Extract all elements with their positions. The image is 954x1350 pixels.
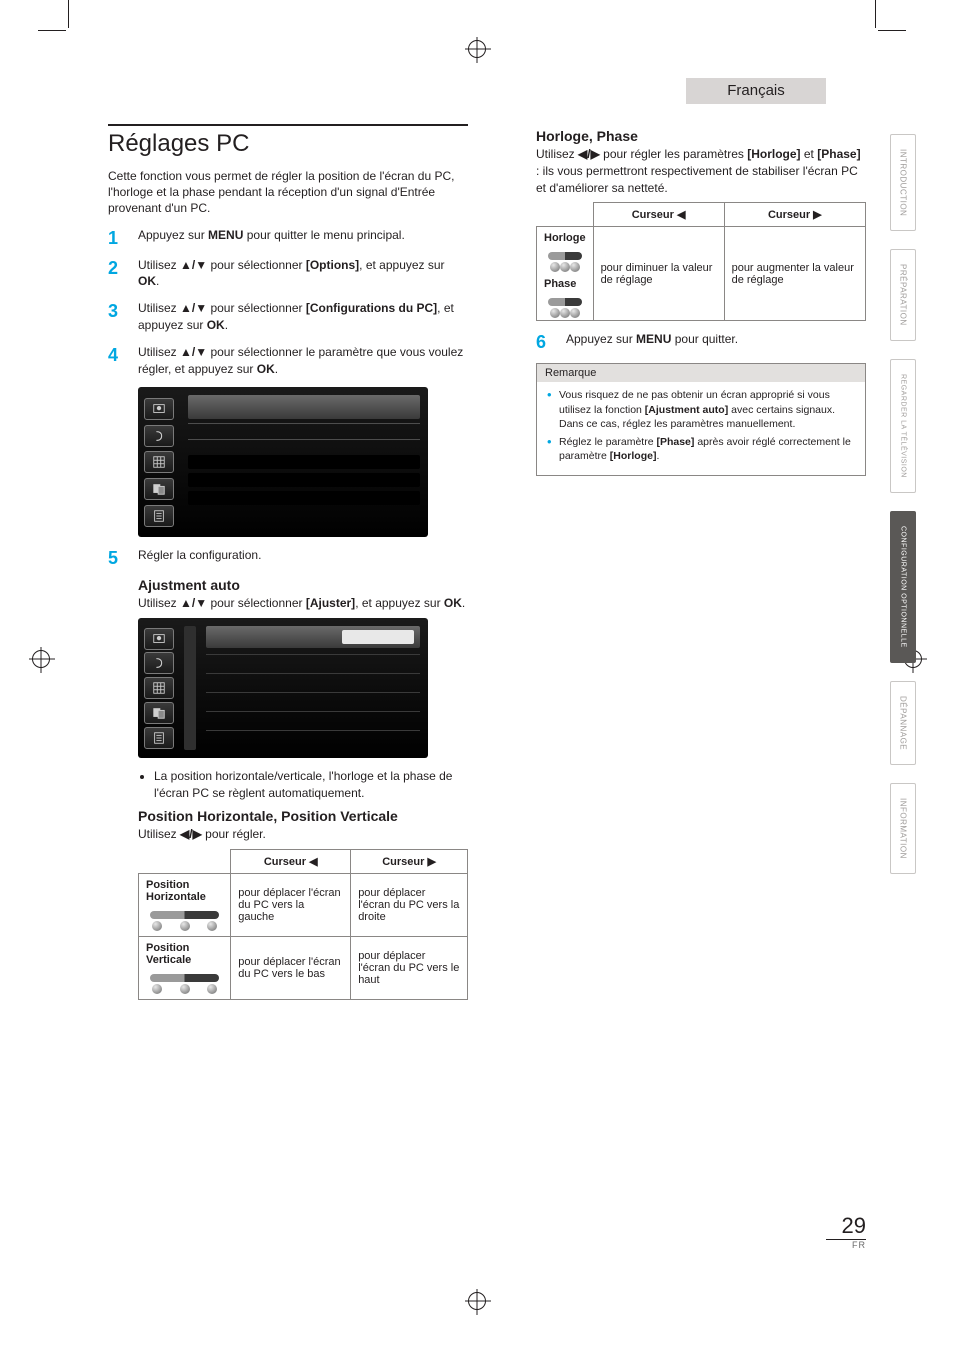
section-tabs: INTRODUCTION PRÉPARATION REGARDER LA TÉL…: [890, 134, 916, 874]
step-text: Appuyez sur MENU pour quitter.: [566, 331, 866, 351]
step-number: 6: [536, 331, 558, 351]
step-text: Utilisez ▲/▼ pour sélectionner le paramè…: [138, 344, 468, 378]
position-table: Curseur ◀ Curseur ▶ Position Horizontale…: [138, 849, 468, 1000]
menu-screenshot-2: [138, 618, 428, 758]
step-number: 3: [108, 300, 130, 334]
right-column: Horloge, Phase Utilisez ◀/▶ pour régler …: [536, 124, 866, 1260]
step-number: 2: [108, 257, 130, 291]
slider-illustration: [146, 907, 223, 931]
step-number: 4: [108, 344, 130, 378]
menu-screenshot-1: [138, 387, 428, 537]
step-3: 3 Utilisez ▲/▼ pour sélectionner [Config…: [108, 300, 468, 334]
menu-icon: [144, 727, 174, 749]
menu-icon: [144, 652, 174, 674]
col-header-right: Curseur ▶: [724, 203, 865, 227]
hp-text: Utilisez ◀/▶ pour régler les paramètres …: [536, 146, 866, 196]
col-header-right: Curseur ▶: [351, 849, 468, 873]
horloge-phase-table: Curseur ◀ Curseur ▶ Horloge Phase: [536, 202, 866, 321]
ajustment-text: Utilisez ▲/▼ pour sélectionner [Ajuster]…: [138, 595, 468, 612]
tab-introduction[interactable]: INTRODUCTION: [890, 134, 916, 231]
tab-regarder-tv[interactable]: REGARDER LA TÉLÉVISION: [890, 359, 916, 493]
hv-text: Utilisez ◀/▶ pour régler.: [138, 826, 468, 843]
step-2: 2 Utilisez ▲/▼ pour sélectionner [Option…: [108, 257, 468, 291]
step-5: 5 Régler la configuration.: [108, 547, 468, 567]
page-title: Réglages PC: [108, 124, 468, 158]
tab-configuration-optionnelle[interactable]: CONFIGURATION OPTIONNELLE: [890, 511, 916, 663]
remark-box: Remarque Vous risquez de ne pas obtenir …: [536, 363, 866, 476]
slider-illustration: [544, 294, 586, 318]
step-number: 5: [108, 547, 130, 567]
tab-preparation[interactable]: PRÉPARATION: [890, 249, 916, 341]
step-text: Appuyez sur MENU pour quitter le menu pr…: [138, 227, 468, 247]
slider-illustration: [146, 970, 223, 994]
col-header-left: Curseur ◀: [231, 849, 351, 873]
heading-ajustment-auto: Ajustment auto: [138, 577, 468, 593]
slider-illustration: [544, 248, 586, 272]
language-tab: Français: [686, 78, 826, 104]
step-4: 4 Utilisez ▲/▼ pour sélectionner le para…: [108, 344, 468, 378]
menu-icon: [144, 478, 174, 500]
heading-position-hv: Position Horizontale, Position Verticale: [138, 808, 468, 824]
menu-icon: [144, 702, 174, 724]
step-text: Utilisez ▲/▼ pour sélectionner [Configur…: [138, 300, 468, 334]
page: Français INTRODUCTION PRÉPARATION REGARD…: [68, 78, 916, 1290]
heading-horloge-phase: Horloge, Phase: [536, 128, 866, 144]
col-header-left: Curseur ◀: [593, 203, 724, 227]
intro-text: Cette fonction vous permet de régler la …: [108, 168, 468, 217]
remark-item: Vous risquez de ne pas obtenir un écran …: [547, 388, 855, 431]
menu-icon: [144, 677, 174, 699]
step-number: 1: [108, 227, 130, 247]
remark-title: Remarque: [537, 364, 865, 382]
page-number: 29 FR: [826, 1213, 866, 1250]
menu-icon: [144, 398, 174, 420]
menu-icon: [144, 425, 174, 447]
auto-note: La position horizontale/verticale, l'hor…: [138, 768, 468, 802]
row-position-verticale: Position Verticale pour déplacer l'écran…: [139, 936, 468, 999]
step-text: Utilisez ▲/▼ pour sélectionner [Options]…: [138, 257, 468, 291]
tab-depannage[interactable]: DÉPANNAGE: [890, 681, 916, 765]
menu-icon: [144, 505, 174, 527]
row-position-horizontale: Position Horizontale pour déplacer l'écr…: [139, 873, 468, 936]
step-text: Régler la configuration.: [138, 547, 468, 567]
menu-icon: [144, 451, 174, 473]
left-column: Réglages PC Cette fonction vous permet d…: [108, 124, 468, 1260]
menu-icon: [144, 628, 174, 650]
step-6: 6 Appuyez sur MENU pour quitter.: [536, 331, 866, 351]
step-1: 1 Appuyez sur MENU pour quitter le menu …: [108, 227, 468, 247]
remark-item: Réglez le paramètre [Phase] après avoir …: [547, 435, 855, 463]
tab-information[interactable]: INFORMATION: [890, 783, 916, 874]
